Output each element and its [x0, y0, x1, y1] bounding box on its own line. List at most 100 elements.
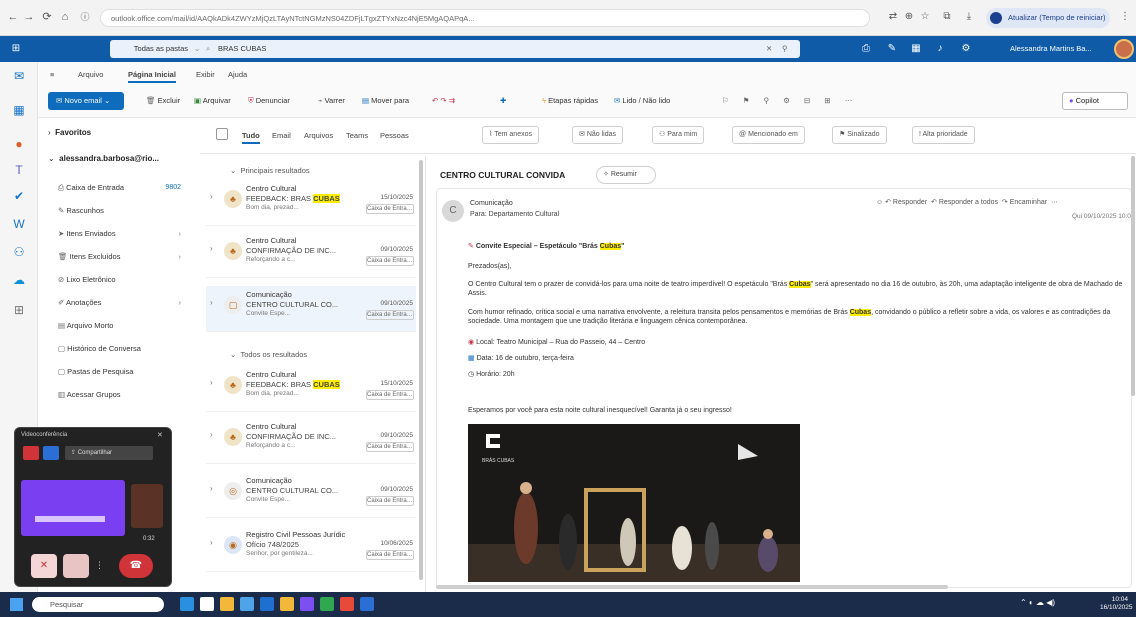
reading-scrollbar[interactable] — [1131, 156, 1135, 396]
app-icon[interactable] — [340, 597, 354, 611]
favorites-header[interactable]: › Favoritos — [48, 128, 91, 137]
clear-search-icon[interactable]: ✕ — [766, 40, 772, 58]
taskbar-clock[interactable]: 10:04 16/10/2025 — [1100, 596, 1133, 612]
folder-item[interactable]: ✐ Anotações › — [58, 295, 183, 311]
message-item[interactable]: › ◉ Registro Civil Pessoas Jurídic Ofício 7… — [206, 526, 416, 572]
home-icon[interactable]: ⌂ — [58, 10, 72, 24]
message-item[interactable]: › ♣ Centro Cultural FEEDBACK: BRAS CUBAS 15/… — [206, 366, 416, 412]
summarize-button[interactable]: ✧ Resumir — [596, 166, 656, 184]
chat-icon[interactable] — [43, 446, 59, 460]
folder-item[interactable]: ▢ Pastas de Pesquisa — [58, 364, 183, 380]
folder-item[interactable]: ▢ Histórico de Conversa — [58, 341, 183, 357]
mute-mic-button[interactable]: ✕ — [31, 554, 57, 578]
event-photo[interactable]: BRÁS CUBAS — [468, 424, 800, 582]
emoji-icon[interactable]: ☺ — [876, 199, 885, 206]
filter-to-me[interactable]: ⚇ Para mim — [652, 126, 705, 144]
folder-item[interactable]: ▤ Arquivo Morto — [58, 318, 183, 334]
task-view-icon[interactable] — [180, 597, 194, 611]
close-icon[interactable]: ✕ — [157, 431, 163, 439]
site-info-icon[interactable]: ⓘ — [78, 10, 92, 24]
system-tray-icons[interactable]: ⌃ ◐ ☁ ◀) — [1020, 598, 1055, 607]
select-all-checkbox[interactable] — [216, 128, 228, 140]
quick-steps-button[interactable]: ϟ Etapas rápidas — [542, 92, 598, 110]
teams-app-icon[interactable]: T — [9, 160, 29, 180]
search-input[interactable]: Todas as pastas ⌄ ⌕ BRAS CUBAS ✕ ⚲ — [110, 40, 800, 58]
chevron-right-icon[interactable]: › — [210, 484, 213, 493]
group-header-top[interactable]: ⌄ Principais resultados — [230, 166, 310, 175]
filter-has-attachments[interactable]: ⌇ Tem anexos — [482, 126, 539, 144]
copilot-button[interactable]: ● Copilot — [1062, 92, 1128, 110]
shared-screen-thumbnail[interactable] — [21, 480, 125, 536]
report-button[interactable]: ⛨ Denunciar — [248, 92, 290, 110]
downloads-icon[interactable]: ⤓ — [962, 10, 976, 24]
share-screen-button[interactable]: ⇪ Compartilhar — [65, 446, 153, 460]
tab-pagina-inicial[interactable]: Página Inicial — [128, 70, 176, 83]
reload-icon[interactable]: ⟳ — [40, 10, 54, 24]
chevron-right-icon[interactable]: › — [210, 192, 213, 201]
message-item[interactable]: › ▢ Comunicação CENTRO CULTURAL CO... 09/10/… — [206, 286, 416, 332]
outlook-icon[interactable] — [260, 597, 274, 611]
sender-name[interactable]: Comunicação — [470, 200, 513, 207]
browser-profile-button[interactable]: Atualizar (Tempo de reiniciar) — [986, 8, 1110, 28]
chevron-right-icon[interactable]: › — [210, 538, 213, 547]
chevron-right-icon[interactable]: › — [179, 295, 182, 311]
message-item[interactable]: › ♣ Centro Cultural CONFIRMAÇÃO DE INC... 09… — [206, 418, 416, 464]
filter-mentions[interactable]: @ Mencionado em — [732, 126, 805, 144]
notifications-icon[interactable]: ♪ — [932, 41, 948, 57]
more-actions-icons[interactable]: ⚐ ⚑ ⚲ ⚙ ⊟ ⊞ ⋯ — [722, 92, 858, 110]
folder-item[interactable]: 🗑 Itens Excluídos › — [58, 249, 183, 265]
horizontal-scrollbar[interactable] — [436, 585, 948, 589]
filter-tab-teams[interactable]: Teams — [346, 131, 368, 140]
favorite-star-icon[interactable]: ☆ — [918, 10, 932, 24]
tab-exibir[interactable]: Exibir — [196, 70, 215, 79]
address-bar[interactable]: outlook.office.com/mail/id/AAQkADk4ZWYzM… — [100, 9, 870, 27]
chrome-icon[interactable] — [320, 597, 334, 611]
chevron-right-icon[interactable]: › — [179, 226, 182, 242]
chevron-right-icon[interactable]: › — [179, 249, 182, 265]
meet-now-icon[interactable]: ⎙ — [858, 41, 874, 57]
windows-start-icon[interactable] — [10, 598, 23, 611]
search-scope[interactable]: Todas as pastas — [118, 40, 188, 58]
reply-icons-group[interactable]: ↶ ↷ ⇉ — [432, 92, 455, 110]
translate-icon[interactable]: ⇄ — [886, 10, 900, 24]
new-mail-button[interactable]: ✉ Novo email ⌄ — [48, 92, 124, 110]
account-header[interactable]: ⌄ alessandra.barbosa@rio... — [48, 154, 188, 163]
search-options-icon[interactable]: ⚲ — [782, 40, 788, 58]
folder-item[interactable]: ➤ Itens Enviados › — [58, 226, 183, 242]
browser-menu-icon[interactable]: ⋮ — [1118, 10, 1132, 24]
delete-button[interactable]: 🗑 Excluir — [146, 92, 180, 110]
filter-tab-pessoas[interactable]: Pessoas — [380, 131, 409, 140]
tab-ajuda[interactable]: Ajuda — [228, 70, 247, 79]
folder-item[interactable]: ⎙ Caixa de Entrada 9802 — [58, 180, 183, 196]
folder-item[interactable]: ✎ Rascunhos — [58, 203, 183, 219]
calendar-app-icon[interactable]: ▦ — [9, 100, 29, 120]
filter-tab-arquivos[interactable]: Arquivos — [304, 131, 333, 140]
filter-high-priority[interactable]: ! Alta prioridade — [912, 126, 975, 144]
message-item[interactable]: › ♣ Centro Cultural FEEDBACK: BRAS CUBAS 15/… — [206, 180, 416, 226]
teams-icon[interactable] — [300, 597, 314, 611]
pin-icon[interactable]: ✚ — [500, 92, 506, 110]
app-launcher-icon[interactable]: ⊞ — [8, 41, 24, 57]
forward-button[interactable]: ↷ Encaminhar — [1002, 199, 1047, 206]
tips-icon[interactable]: ✎ — [884, 41, 900, 57]
folder-item[interactable]: ⊘ Lixo Eletrônico — [58, 272, 183, 288]
sweep-button[interactable]: ⌁ Varrer — [318, 92, 345, 110]
chevron-right-icon[interactable]: › — [210, 244, 213, 253]
chevron-right-icon[interactable]: › — [210, 378, 213, 387]
avatar[interactable] — [1114, 39, 1134, 59]
settings-gear-icon[interactable]: ⚙ — [958, 41, 974, 57]
zoom-icon[interactable]: ⊕ — [902, 10, 916, 24]
people-app-icon[interactable]: ● — [9, 134, 29, 154]
org-explorer-icon[interactable]: ⚇ — [9, 242, 29, 262]
camera-toggle-button[interactable] — [63, 554, 89, 578]
participant-video[interactable] — [131, 484, 163, 528]
reply-button[interactable]: ↶ Responder — [885, 199, 927, 206]
taskbar-search[interactable]: Pesquisar — [32, 597, 164, 612]
group-header-all[interactable]: ⌄ Todos os resultados — [230, 350, 307, 359]
list-scrollbar[interactable] — [419, 160, 423, 580]
onedrive-app-icon[interactable]: ☁ — [9, 270, 29, 290]
archive-button[interactable]: ▣ Arquivar — [194, 92, 231, 110]
user-name[interactable]: Alessandra Martins Ba... — [1010, 41, 1106, 57]
search-query[interactable]: BRAS CUBAS — [218, 40, 266, 58]
todo-app-icon[interactable]: ✔ — [9, 186, 29, 206]
